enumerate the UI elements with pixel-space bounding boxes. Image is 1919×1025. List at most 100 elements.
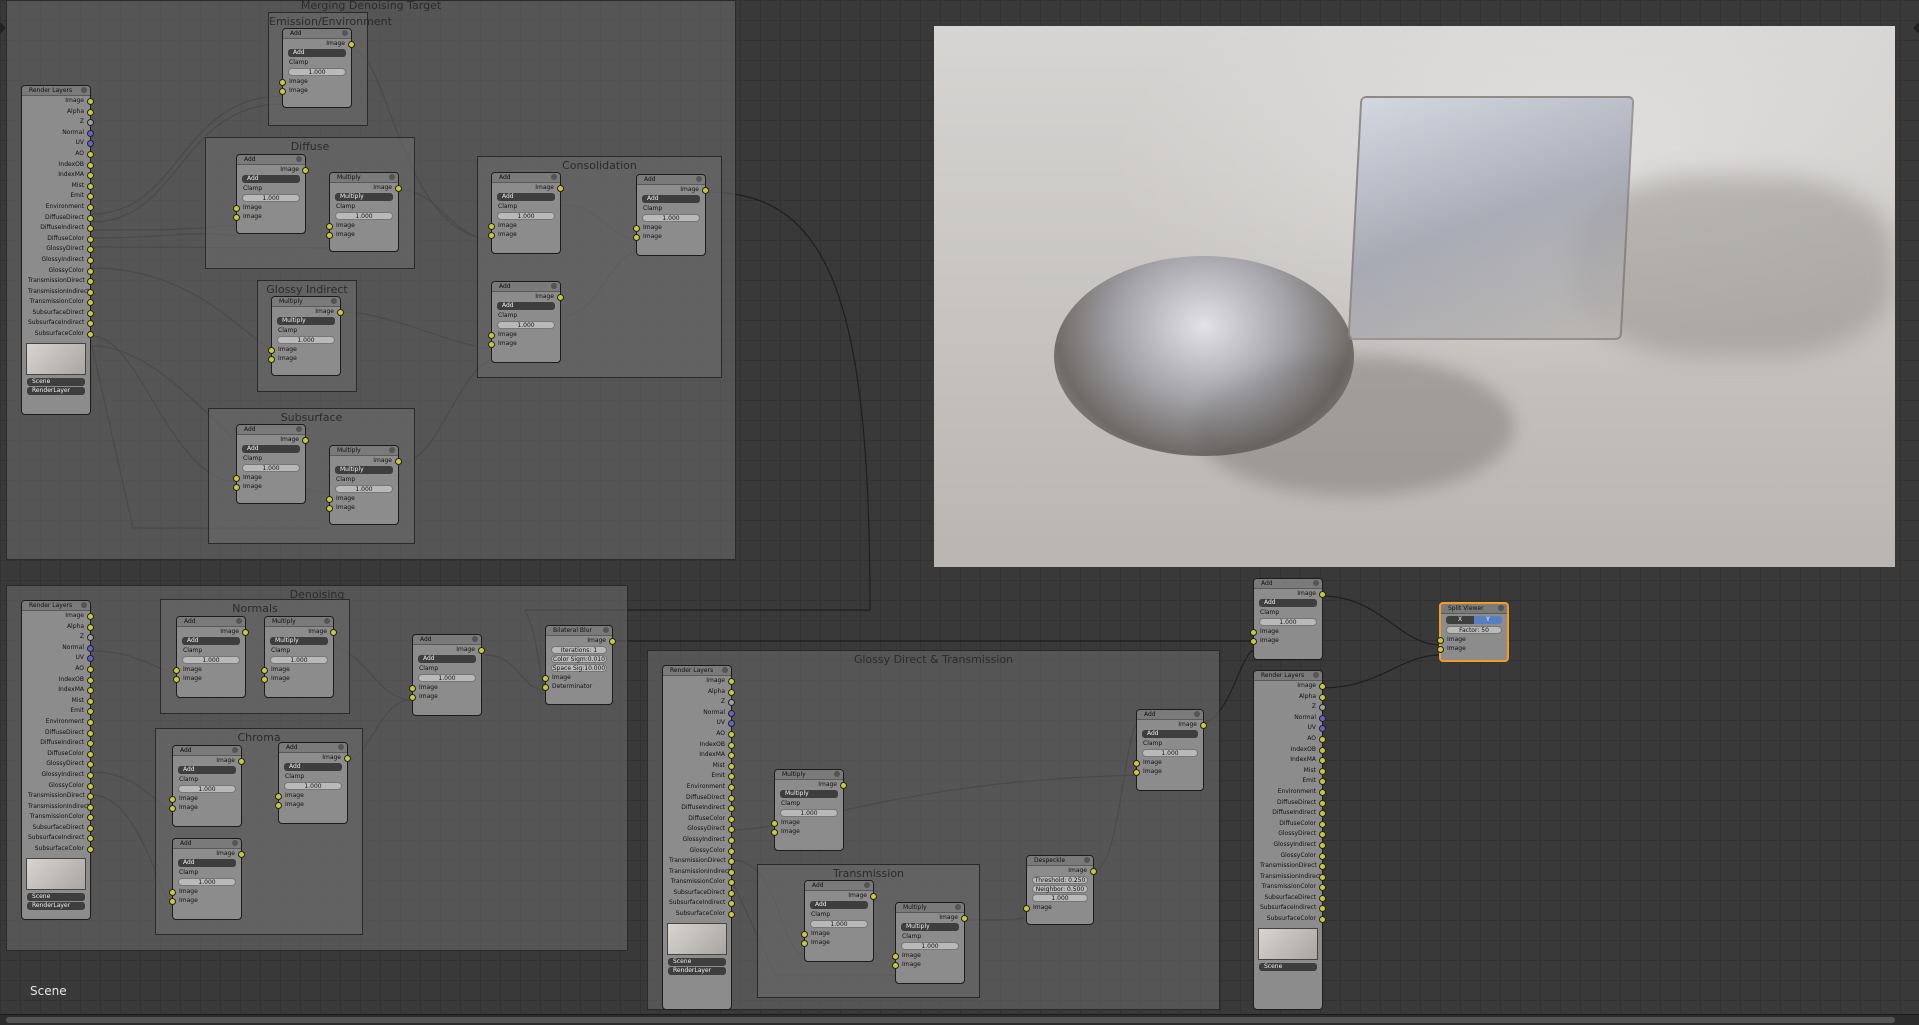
render-output-socket[interactable]: IndexMA (663, 750, 735, 761)
fac-field[interactable]: 1.000 (780, 809, 838, 817)
input-socket-icon[interactable] (542, 675, 549, 682)
node-options-icon[interactable] (864, 882, 870, 888)
node-header[interactable]: Multiply (265, 617, 333, 627)
output-socket-icon[interactable] (87, 729, 94, 737)
input-socket-icon[interactable] (275, 802, 282, 809)
render-output-socket[interactable]: SubsurfaceDirect (663, 888, 735, 899)
render-output-socket[interactable]: UV (22, 653, 94, 664)
node-header[interactable]: Add (237, 155, 305, 165)
scene-selector[interactable]: Scene (668, 957, 726, 966)
render-output-socket[interactable]: IndexOB (663, 740, 735, 751)
fac-field[interactable]: 1.000 (284, 782, 342, 790)
output-socket-icon[interactable] (728, 678, 735, 685)
node-options-icon[interactable] (81, 87, 87, 93)
node-header[interactable]: Add (805, 881, 873, 891)
input-socket-icon[interactable] (169, 796, 176, 803)
render-output-socket[interactable]: Environment (663, 782, 735, 793)
render-output-socket[interactable]: GlossyColor (663, 846, 735, 857)
clamp-checkbox[interactable]: Clamp (896, 932, 964, 941)
render-output-socket[interactable]: Mist (22, 696, 94, 707)
node-header[interactable]: Render Layers (22, 86, 90, 96)
node-header[interactable]: Multiply (330, 173, 398, 183)
fac-field[interactable]: 1.000 (178, 785, 236, 793)
render-output-socket[interactable]: SubsurfaceColor (22, 329, 94, 340)
fac-field[interactable]: 1.000 (418, 674, 476, 682)
render-output-socket[interactable]: Image (22, 611, 94, 622)
add-node[interactable]: Add Image Add Clamp 1.000 Image Image (233, 424, 309, 504)
output-socket-icon[interactable] (238, 758, 245, 765)
node-options-icon[interactable] (232, 840, 238, 846)
input-socket-icon[interactable] (173, 667, 180, 674)
add-node[interactable]: Add Image Add Clamp 1.000 Image Image (173, 616, 249, 698)
input-socket-icon[interactable] (268, 347, 275, 354)
render-output-socket[interactable]: SubsurfaceDirect (22, 823, 94, 834)
render-output-socket[interactable]: DiffuseIndirect (1254, 808, 1326, 819)
add-node[interactable]: Add Image Add Clamp 1.000 Image Image (275, 742, 351, 824)
output-socket-icon[interactable] (87, 267, 94, 275)
output-socket-icon[interactable] (1319, 820, 1326, 828)
render-output-socket[interactable]: GlossyColor (22, 266, 94, 277)
output-socket-icon[interactable] (302, 167, 309, 174)
output-socket-icon[interactable] (87, 644, 94, 652)
blend-mode-select[interactable]: Add (242, 175, 300, 183)
input-socket-icon[interactable] (233, 475, 240, 482)
output-socket-icon[interactable] (87, 771, 94, 779)
render-output-socket[interactable]: GlossyColor (1254, 851, 1326, 862)
output-socket-icon[interactable] (238, 851, 245, 858)
render-output-socket[interactable]: Alpha (663, 687, 735, 698)
node-options-icon[interactable] (342, 30, 348, 36)
factor-field[interactable]: Factor: 50 (1446, 626, 1502, 634)
layer-selector[interactable]: RenderLayer (668, 966, 726, 975)
output-socket-icon[interactable] (1319, 693, 1326, 701)
blend-mode-select[interactable]: Add (497, 302, 555, 310)
clamp-checkbox[interactable]: Clamp (492, 202, 560, 211)
render-output-socket[interactable]: Mist (1254, 766, 1326, 777)
output-socket-icon[interactable] (1319, 591, 1326, 598)
render-output-socket[interactable]: Alpha (22, 622, 94, 633)
input-socket-icon[interactable] (173, 676, 180, 683)
node-header[interactable]: Split Viewer (1441, 604, 1507, 614)
output-socket-icon[interactable] (728, 730, 735, 738)
output-socket-icon[interactable] (702, 187, 709, 194)
fac-field[interactable]: 1.000 (178, 878, 236, 886)
input-socket-icon[interactable] (233, 205, 240, 212)
node-header[interactable]: Add (492, 173, 560, 183)
input-socket-icon[interactable] (169, 898, 176, 905)
render-output-socket[interactable]: DiffuseIndirect (22, 223, 94, 234)
render-output-socket[interactable]: GlossyIndirect (1254, 840, 1326, 851)
output-socket-icon[interactable] (609, 638, 616, 645)
fac-field[interactable]: 1.000 (810, 920, 868, 928)
fac-field[interactable]: 1.000 (1032, 894, 1088, 902)
render-output-socket[interactable]: Environment (22, 202, 94, 213)
output-socket-icon[interactable] (557, 294, 564, 301)
output-socket-icon[interactable] (87, 331, 94, 339)
render-output-socket[interactable]: Z (22, 117, 94, 128)
output-socket-icon[interactable] (87, 214, 94, 222)
fac-field[interactable]: 1.000 (277, 336, 335, 344)
add-node[interactable]: Add Image Add Clamp 1.000 Image Image (233, 154, 309, 234)
input-socket-icon[interactable] (279, 79, 286, 86)
multiply-node[interactable]: Multiply Image Multiply Clamp 1.000 Imag… (268, 296, 344, 376)
clamp-checkbox[interactable]: Clamp (177, 646, 245, 655)
iterations-field[interactable]: Iterations: 1 (551, 646, 607, 654)
output-socket-icon[interactable] (1319, 852, 1326, 860)
render-layers-node[interactable]: Render Layers Image Alpha Z Normal UV AO Index… (662, 665, 735, 1010)
node-options-icon[interactable] (551, 283, 557, 289)
output-socket-icon[interactable] (87, 235, 94, 243)
output-socket-icon[interactable] (1319, 873, 1326, 881)
split-viewer-node[interactable]: Split Viewer X Y Factor: 50 Image Image (1437, 602, 1509, 662)
fac-field[interactable]: 1.000 (1259, 618, 1317, 626)
render-output-socket[interactable]: TransmissionColor (663, 877, 735, 888)
scene-selector[interactable]: Scene (1259, 962, 1317, 971)
render-output-socket[interactable]: DiffuseColor (663, 814, 735, 825)
output-socket-icon[interactable] (337, 309, 344, 316)
clamp-checkbox[interactable]: Clamp (1137, 739, 1203, 748)
input-socket-icon[interactable] (409, 694, 416, 701)
node-header[interactable]: Despeckle (1027, 856, 1093, 866)
clamp-checkbox[interactable]: Clamp (173, 868, 241, 877)
output-socket-icon[interactable] (961, 915, 968, 922)
blend-mode-select[interactable]: Add (284, 763, 342, 771)
fac-field[interactable]: 1.000 (242, 464, 300, 472)
bilateral-blur-node[interactable]: Bilateral Blur Image Iterations: 1 Color… (542, 625, 616, 705)
output-socket-icon[interactable] (87, 697, 94, 705)
